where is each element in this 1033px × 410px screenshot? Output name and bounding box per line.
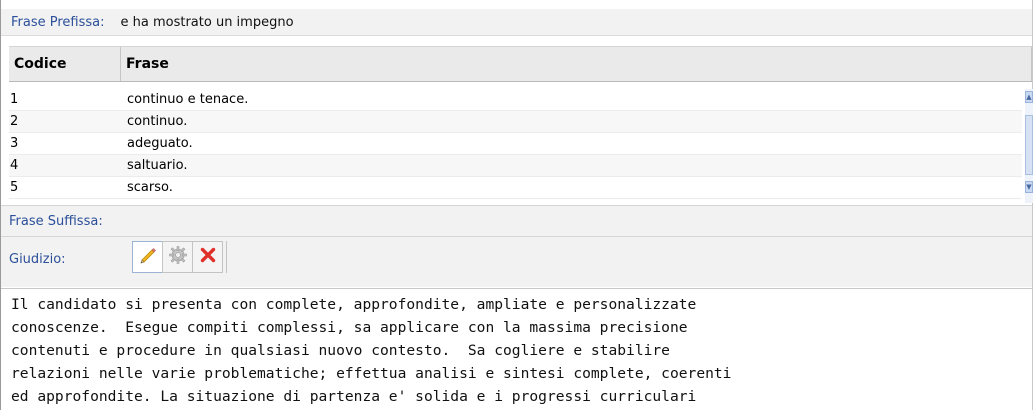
prefix-label: Frase Prefissa: (11, 14, 105, 30)
suffix-row: Frase Suffissa: (1, 205, 1032, 237)
giudizio-text-editor[interactable]: Il candidato si presenta con complete, a… (1, 288, 1032, 410)
giudizio-toolbar (132, 241, 227, 273)
column-header-codice[interactable]: Codice (9, 47, 121, 81)
row-frase: scarso. (127, 180, 173, 195)
grid-body: 1 continuo e tenace. 2 continuo. 3 adegu… (9, 89, 1022, 203)
row-code: 3 (10, 136, 19, 151)
settings-button[interactable] (162, 241, 193, 273)
editor-line: Il candidato si presenta con complete, a… (11, 296, 697, 313)
table-row[interactable]: 3 adeguato. (9, 133, 1022, 155)
scroll-up-arrow-icon[interactable]: ▲ (1025, 91, 1033, 103)
prefix-value: e ha mostrato un impegno (120, 14, 294, 30)
delete-button[interactable] (192, 241, 223, 273)
toolbar-divider (226, 241, 227, 273)
scrollbar-thumb[interactable] (1025, 115, 1033, 175)
editor-line: contenuti e procedure in qualsiasi nuovo… (11, 342, 670, 359)
edit-button[interactable] (132, 241, 163, 273)
row-frase: saltuario. (127, 158, 188, 173)
row-frase: continuo. (127, 114, 188, 129)
gear-icon (168, 245, 188, 269)
row-code: 2 (10, 114, 19, 129)
row-frase: adeguato. (127, 136, 193, 151)
row-code: 1 (10, 92, 19, 107)
pencil-icon (138, 245, 158, 269)
row-code: 5 (10, 180, 19, 195)
grid-vertical-scrollbar[interactable]: ▲ ▼ (1025, 89, 1033, 203)
row-code: 4 (10, 158, 19, 173)
row-frase: continuo e tenace. (127, 92, 249, 107)
giudizio-label: Giudizio: (9, 251, 66, 267)
table-row[interactable]: 2 continuo. (9, 111, 1022, 133)
grid-header: Codice Frase (9, 46, 1032, 82)
editor-line: relazioni nelle varie problematiche; eff… (11, 365, 732, 382)
table-row[interactable]: 4 saltuario. (9, 155, 1022, 177)
scroll-down-arrow-icon[interactable]: ▼ (1025, 181, 1033, 193)
prefix-row: Frase Prefissa: e ha mostrato un impegno (1, 9, 1032, 36)
red-x-icon (198, 245, 218, 269)
suffix-label: Frase Suffissa: (9, 213, 103, 229)
table-row[interactable]: 1 continuo e tenace. (9, 89, 1022, 111)
giudizio-row: Giudizio: (1, 237, 1032, 287)
table-row[interactable]: 5 scarso. (9, 177, 1022, 199)
column-header-frase[interactable]: Frase (121, 47, 1032, 81)
editor-line: conoscenze. Esegue compiti complessi, sa… (11, 319, 688, 336)
editor-line: ed approfondite. La situazione di parten… (11, 388, 697, 405)
